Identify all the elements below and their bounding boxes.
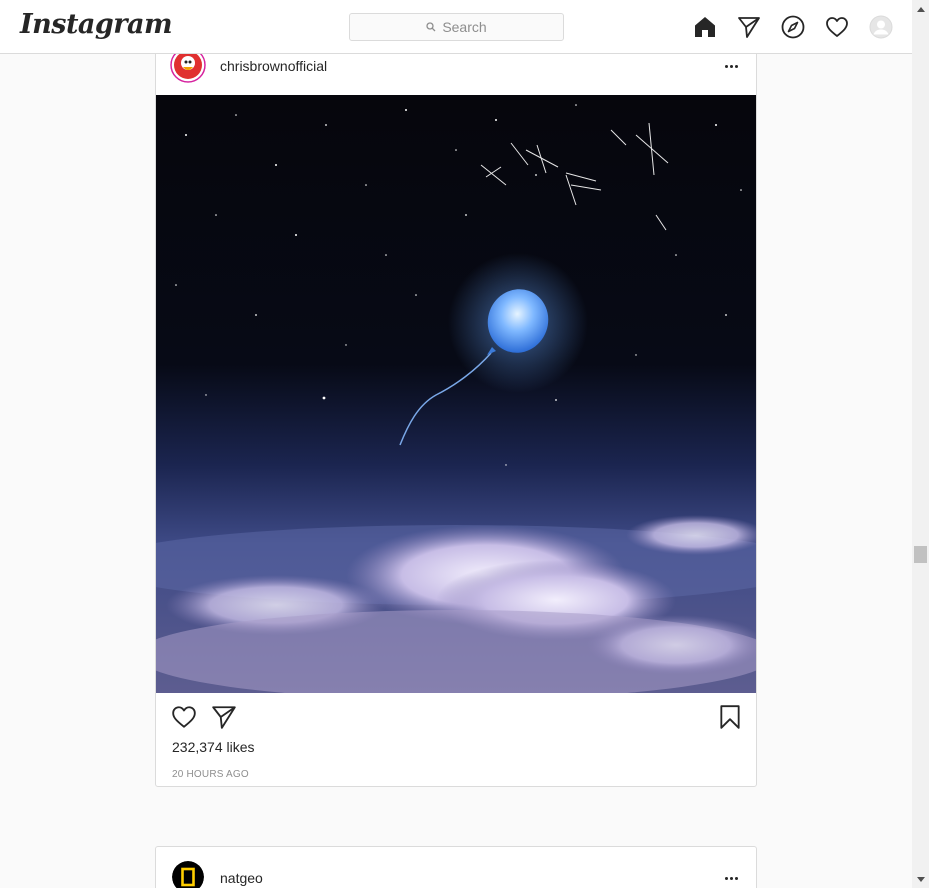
save-bookmark-icon[interactable] [716,703,744,731]
post-image[interactable] [156,95,756,693]
search-icon [426,22,436,32]
activity-heart-icon[interactable] [824,14,850,40]
feed-post: natgeo [155,846,757,888]
post-username[interactable]: natgeo [220,870,263,886]
explore-compass-icon[interactable] [780,14,806,40]
search-input[interactable]: Search [349,13,564,41]
more-options-icon[interactable] [720,56,742,76]
page-scrollbar[interactable] [912,0,929,888]
scrollbar-thumb[interactable] [914,546,927,563]
share-direct-icon[interactable] [210,703,238,731]
direct-message-icon[interactable] [736,14,762,40]
likes-count[interactable]: 232,374 likes [172,739,255,755]
more-options-icon[interactable] [720,868,742,888]
user-avatar[interactable] [172,861,204,888]
instagram-logo[interactable]: Instagram [20,9,173,40]
top-navigation-bar: Instagram Search [0,0,912,54]
feed-post: chrisbrownofficial 232,374 likes 20 HOUR… [155,40,757,787]
post-actions-bar [156,701,756,735]
scroll-up-arrow-icon[interactable] [912,0,929,17]
search-placeholder: Search [442,19,487,35]
like-heart-icon[interactable] [170,703,198,731]
post-username[interactable]: chrisbrownofficial [220,58,327,74]
post-timestamp[interactable]: 20 HOURS AGO [172,769,249,780]
profile-avatar-icon[interactable] [868,14,894,40]
scroll-down-arrow-icon[interactable] [912,871,929,888]
post-header: natgeo [156,847,756,888]
home-icon[interactable] [692,14,718,40]
